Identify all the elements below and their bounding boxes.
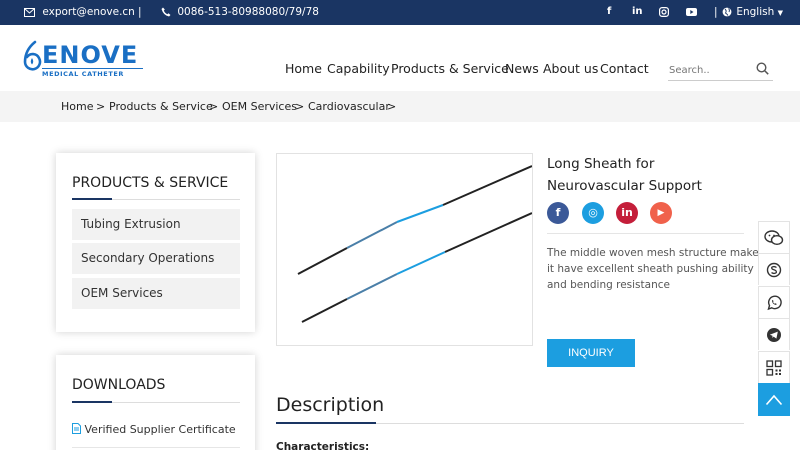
language-selector[interactable]: English ▼	[722, 6, 783, 18]
youtube-icon[interactable]	[686, 8, 697, 16]
nav-home[interactable]: Home	[285, 61, 322, 76]
product-description-line3: and bending resistance	[547, 279, 670, 291]
phone-icon	[161, 7, 171, 17]
phone-link[interactable]: 0086-513-80988080/79/78	[161, 6, 319, 18]
share-instagram-icon[interactable]: ◎	[582, 202, 604, 224]
download-verified-supplier-certificate[interactable]: Verified Supplier Certificate	[72, 423, 236, 436]
email-text: export@enove.cn	[42, 6, 135, 18]
chevron-down-icon: ▼	[777, 9, 783, 17]
whatsapp-icon	[767, 295, 782, 310]
telegram-button[interactable]	[758, 318, 790, 350]
linkedin-icon[interactable]: in	[632, 6, 643, 17]
back-to-top-button[interactable]	[758, 383, 790, 416]
share-linkedin-icon[interactable]: in	[616, 202, 638, 224]
back-to-top-icon	[765, 394, 783, 405]
sidebar-item-oem-services[interactable]: OEM Services	[72, 278, 240, 309]
title-accent	[72, 198, 112, 200]
share-facebook-icon[interactable]: f	[547, 202, 569, 224]
globe-icon	[722, 7, 732, 17]
downloads-sidebar-title: DOWNLOADS	[72, 377, 166, 393]
products-sidebar-title: PRODUCTS & SERVICE	[72, 175, 229, 191]
nav-products-service[interactable]: Products & Service	[391, 61, 509, 76]
sidebar-item-secondary-operations[interactable]: Secondary Operations	[72, 243, 240, 274]
title-accent	[72, 401, 112, 403]
nav-news[interactable]: News	[505, 61, 539, 76]
download-label: Verified Supplier Certificate	[84, 423, 236, 436]
divider	[72, 447, 240, 448]
logo[interactable]: ENOVE MEDICAL CATHETER	[22, 40, 147, 80]
email-link[interactable]: export@enove.cn	[24, 6, 135, 18]
skype-button[interactable]	[758, 253, 790, 285]
search-icon[interactable]	[756, 62, 769, 75]
language-label: English	[736, 6, 775, 18]
breadcrumb-separator: >	[387, 100, 397, 113]
product-image[interactable]	[276, 153, 533, 346]
breadcrumb-cardiovascular[interactable]: Cardiovascular	[308, 100, 390, 113]
nav-capability[interactable]: Capability	[327, 61, 390, 76]
language-divider: |	[714, 6, 718, 18]
header: ENOVE MEDICAL CATHETER Home Capability P…	[0, 25, 800, 91]
inquiry-button[interactable]: INQUIRY	[547, 339, 635, 367]
instagram-icon[interactable]	[659, 7, 669, 17]
characteristics-label: Characteristics:	[276, 441, 370, 450]
qrcode-button[interactable]	[758, 351, 790, 383]
logo-tagline: MEDICAL CATHETER	[42, 70, 125, 78]
breadcrumb-oem-services[interactable]: OEM Services	[222, 100, 297, 113]
logo-text: ENOVE	[42, 41, 139, 69]
search-box	[668, 58, 773, 81]
heading-accent	[276, 422, 376, 424]
top-bar: export@enove.cn | 0086-513-80988080/79/7…	[0, 0, 800, 25]
breadcrumb-products-service[interactable]: Products & Service	[109, 100, 213, 113]
logo-mark-icon	[23, 40, 42, 71]
breadcrumb-separator: >	[209, 100, 219, 113]
long-sheath-image	[297, 165, 532, 323]
product-description-line1: The middle woven mesh structure makes	[547, 247, 765, 259]
file-icon	[72, 423, 81, 434]
product-description-line2: it have excellent sheath pushing ability	[547, 263, 754, 275]
mail-icon	[24, 8, 35, 17]
divider	[547, 233, 744, 234]
topbar-divider: |	[138, 6, 142, 18]
wechat-button[interactable]	[758, 221, 790, 253]
facebook-icon[interactable]: f	[607, 6, 611, 17]
breadcrumb-home[interactable]: Home	[61, 100, 93, 113]
product-title-line1: Long Sheath for	[547, 156, 655, 172]
nav-contact[interactable]: Contact	[600, 61, 649, 76]
phone-text: 0086-513-80988080/79/78	[177, 6, 319, 18]
qrcode-icon	[766, 359, 782, 376]
logo-rule	[42, 68, 143, 69]
wechat-icon	[764, 229, 784, 245]
telegram-icon	[767, 327, 781, 342]
whatsapp-button[interactable]	[758, 286, 790, 318]
product-title-line2: Neurovascular Support	[547, 178, 702, 194]
description-heading: Description	[276, 394, 385, 416]
sidebar-item-tubing-extrusion[interactable]: Tubing Extrusion	[72, 209, 240, 240]
breadcrumb-separator: >	[295, 100, 305, 113]
nav-about-us[interactable]: About us	[543, 61, 598, 76]
breadcrumb-separator: >	[96, 100, 106, 113]
share-youtube-icon[interactable]: ▶	[650, 202, 672, 224]
skype-icon	[766, 262, 782, 277]
search-input[interactable]	[669, 60, 749, 80]
